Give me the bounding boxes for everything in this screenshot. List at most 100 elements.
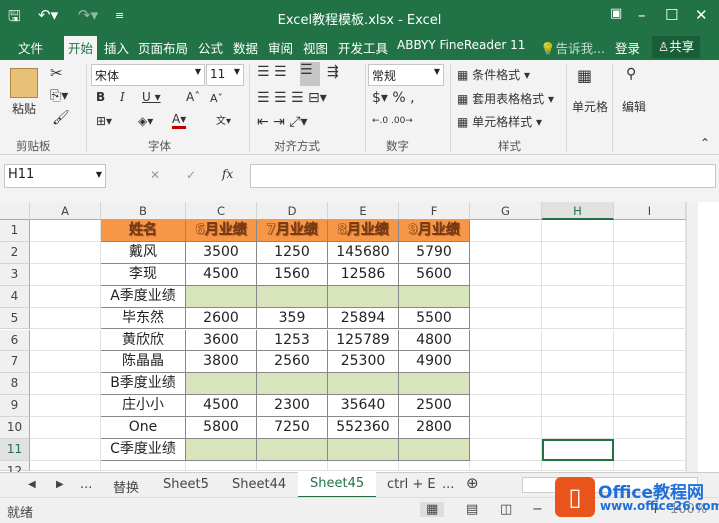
cell-c5[interactable]: 2600 [186,307,257,330]
cells-button[interactable]: 单元格 [572,98,608,115]
cell-f8[interactable] [399,373,470,396]
cell-g1[interactable] [470,220,542,242]
cell-d9[interactable]: 2300 [257,395,328,418]
column-header-f[interactable]: F [399,202,470,220]
cell-c1[interactable]: 6月业绩 [186,220,257,242]
sign-in-link[interactable]: 登录 [615,38,640,57]
column-header-b[interactable]: B [101,202,186,220]
row-header-6[interactable]: 6 [0,329,30,352]
cell-d2[interactable]: 1250 [257,241,328,264]
spreadsheet-grid[interactable]: A B C D E F G H I 1 姓名 6月业绩 7月业绩 8月业绩 9月业绩 2 戴风 3500 1250 1… [0,202,698,478]
cell-e2[interactable]: 145680 [328,241,399,264]
cell-h7[interactable] [542,351,614,374]
cell-h4[interactable] [542,285,614,308]
minimize-icon[interactable]: – [638,6,646,24]
ribbon-display-icon[interactable]: ▣ [610,6,622,21]
cell-f11[interactable] [399,439,470,461]
cell-b9[interactable]: 庄小小 [101,395,186,418]
row-header-1[interactable]: 1 [0,220,30,242]
cell-g3[interactable] [470,263,542,286]
cell-e8[interactable] [328,373,399,396]
copy-icon[interactable]: ⎘▾ [50,88,68,104]
cell-a9[interactable] [30,395,101,418]
cell-h9[interactable] [542,395,614,418]
font-name-select[interactable]: 宋体 ▼ [91,64,205,86]
cell-d6[interactable]: 1253 [257,329,328,352]
row-header-11[interactable]: 11 [0,439,30,461]
cell-h5[interactable] [542,307,614,330]
cell-a4[interactable] [30,285,101,308]
italic-icon[interactable]: I [120,90,125,104]
cell-h11[interactable] [542,439,614,461]
vertical-scrollbar[interactable] [686,202,698,472]
share-button[interactable]: ♙共享 [652,36,701,58]
tab-abbyy[interactable]: ABBYY FineReader 11 [397,38,525,52]
enter-icon[interactable]: ✓ [186,168,196,182]
cell-h3[interactable] [542,263,614,286]
cell-b11[interactable]: C季度业绩 [101,439,186,461]
paste-icon[interactable] [10,68,38,98]
bold-icon[interactable]: B [96,90,105,104]
cell-i3[interactable] [614,263,686,286]
cell-e11[interactable] [328,439,399,461]
sheet-tab-sheet5[interactable]: Sheet5 [163,477,209,492]
underline-icon[interactable]: U ▾ [142,90,161,104]
wrap-text-icon[interactable]: ⇶ [327,64,339,80]
align-left-center-right-icon[interactable]: ☰ ☰ ☰ ⊟▾ [257,90,327,106]
tab-home[interactable]: 开始 [64,36,98,60]
cell-d5[interactable]: 359 [257,307,328,330]
tab-page-layout[interactable]: 页面布局 [138,38,188,57]
cell-h10[interactable] [542,417,614,439]
cell-c4[interactable] [186,285,257,308]
formula-input[interactable] [250,164,716,188]
row-header-10[interactable]: 10 [0,417,30,439]
column-header-h[interactable]: H [542,202,614,220]
column-header-d[interactable]: D [257,202,328,220]
cell-b3[interactable]: 李现 [101,263,186,286]
cell-a12[interactable] [30,460,101,471]
cell-g11[interactable] [470,439,542,461]
paste-button[interactable]: 粘贴 [12,100,36,117]
cell-g7[interactable] [470,351,542,374]
cell-i9[interactable] [614,395,686,418]
cell-g10[interactable] [470,417,542,439]
cell-a8[interactable] [30,373,101,396]
shrink-font-icon[interactable]: Aˇ [210,92,223,105]
edit-button[interactable]: 编辑 [622,98,646,115]
number-format-select[interactable]: 常规 ▼ [368,64,444,86]
select-all-corner[interactable] [0,202,30,220]
row-header-8[interactable]: 8 [0,373,30,396]
cell-a10[interactable] [30,417,101,439]
cell-b12[interactable] [101,460,186,471]
cell-f10[interactable]: 2800 [399,417,470,439]
cell-i11[interactable] [614,439,686,461]
add-sheet-icon[interactable]: ⊕ [466,474,479,492]
normal-view-icon[interactable]: ▦ [420,502,445,517]
cell-e12[interactable] [328,460,399,471]
phonetic-icon[interactable]: 文▾ [216,112,231,127]
sheet-tab-sheet44[interactable]: Sheet44 [232,477,286,492]
cell-i4[interactable] [614,285,686,308]
cell-b4[interactable]: A季度业绩 [101,285,186,308]
cell-d3[interactable]: 1560 [257,263,328,286]
cell-f6[interactable]: 4800 [399,329,470,352]
zoom-out-icon[interactable]: − [532,502,543,517]
cell-c10[interactable]: 5800 [186,417,257,439]
cell-c3[interactable]: 4500 [186,263,257,286]
cell-g5[interactable] [470,307,542,330]
tab-file[interactable]: 文件 [18,38,43,57]
cell-g6[interactable] [470,329,542,352]
cell-i7[interactable] [614,351,686,374]
cell-i6[interactable] [614,329,686,352]
currency-percent-comma-icon[interactable]: $▾ % , [372,90,415,106]
cell-a6[interactable] [30,329,101,352]
cell-i12[interactable] [614,460,686,471]
cell-e6[interactable]: 125789 [328,329,399,352]
cell-b2[interactable]: 戴风 [101,241,186,264]
cell-h6[interactable] [542,329,614,352]
cell-g12[interactable] [470,460,542,471]
cell-c6[interactable]: 3600 [186,329,257,352]
cell-f12[interactable] [399,460,470,471]
cell-a1[interactable] [30,220,101,242]
more-sheets-right[interactable]: ... [442,477,454,492]
